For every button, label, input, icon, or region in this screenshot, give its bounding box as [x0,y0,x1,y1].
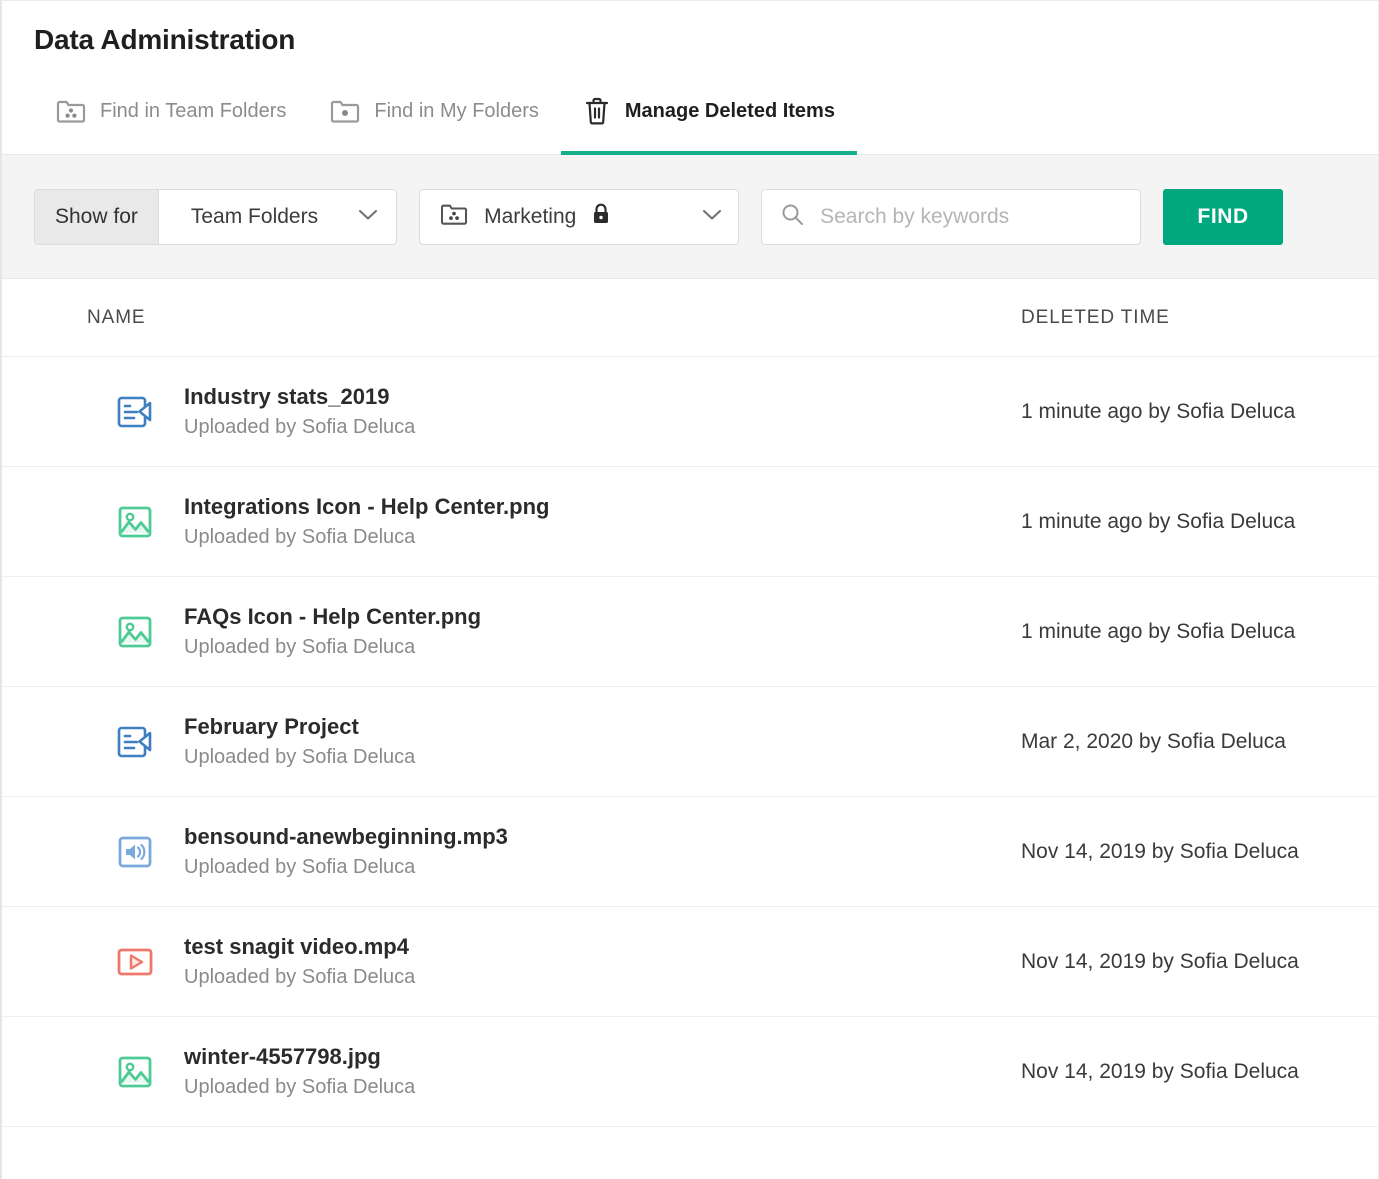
tab-manage-deleted-items[interactable]: Manage Deleted Items [560,83,858,155]
file-name: test snagit video.mp4 [184,934,409,959]
table-row[interactable]: winter-4557798.jpg Uploaded by Sofia Del… [2,1017,1378,1127]
file-uploader: Uploaded by Sofia Deluca [184,746,416,768]
file-name: Integrations Icon - Help Center.png [184,494,550,519]
file-text: February Project Uploaded by Sofia Deluc… [184,714,415,769]
file-uploader: Uploaded by Sofia Deluca [184,526,416,548]
name-cell: FAQs Icon - Help Center.png Uploaded by … [2,604,999,659]
video-icon [112,939,158,985]
name-cell: test snagit video.mp4 Uploaded by Sofia … [2,934,999,989]
data-administration-page: Data Administration Find in Team Folders [0,0,1379,1179]
lock-icon [592,203,610,230]
tab-label: Find in My Folders [374,99,539,122]
filter-bar: Show for Team Folders Marketing Search b… [2,155,1378,279]
file-uploader: Uploaded by Sofia Deluca [184,966,416,988]
name-cell: bensound-anewbeginning.mp3 Uploaded by S… [2,824,999,879]
trash-icon [583,95,611,127]
document-icon [112,389,158,435]
tab-label: Find in Team Folders [100,99,287,122]
scope-dropdown[interactable]: Team Folders [158,189,397,244]
find-button[interactable]: FIND [1163,188,1284,245]
deleted-time: Nov 14, 2019 by Sofia Deluca [1021,839,1299,863]
show-for-label: Show for [35,189,159,244]
search-input[interactable] [820,204,1123,229]
deleted-time: 1 minute ago by Sofia Deluca [1021,619,1296,643]
file-name: bensound-anewbeginning.mp3 [184,824,508,849]
file-text: FAQs Icon - Help Center.png Uploaded by … [184,604,481,659]
chevron-down-icon [702,208,722,226]
file-uploader: Uploaded by Sofia Deluca [184,416,416,438]
table-row[interactable]: Integrations Icon - Help Center.png Uplo… [2,467,1378,577]
tab-find-in-team-folders[interactable]: Find in Team Folders [34,83,308,154]
deleted-items-table: NAME DELETED TIME Industry stats_2019 Up [2,279,1378,1127]
folder-dropdown-value: Marketing [484,204,577,228]
table-row[interactable]: bensound-anewbeginning.mp3 Uploaded by S… [2,797,1378,907]
audio-icon [112,829,158,875]
table-row[interactable]: Industry stats_2019 Uploaded by Sofia De… [2,357,1378,467]
file-name: Industry stats_2019 [184,384,390,409]
table-header-row: NAME DELETED TIME [2,279,1378,357]
deleted-time: 1 minute ago by Sofia Deluca [1021,399,1296,423]
deleted-time: Nov 14, 2019 by Sofia Deluca [1021,1059,1299,1083]
file-name: FAQs Icon - Help Center.png [184,604,482,629]
file-text: winter-4557798.jpg Uploaded by Sofia Del… [184,1044,415,1099]
column-header-name-wrap: NAME [2,307,999,329]
image-icon [112,499,158,545]
file-uploader: Uploaded by Sofia Deluca [184,1076,416,1098]
search-box[interactable] [761,188,1142,245]
team-folder-icon [440,202,468,231]
file-text: bensound-anewbeginning.mp3 Uploaded by S… [184,824,508,879]
team-folder-icon [56,98,86,124]
deleted-time: Mar 2, 2020 by Sofia Deluca [1021,729,1286,753]
file-text: test snagit video.mp4 Uploaded by Sofia … [184,934,415,989]
name-cell: Integrations Icon - Help Center.png Uplo… [2,494,999,549]
file-text: Integrations Icon - Help Center.png Uplo… [184,494,549,549]
tab-find-in-my-folders[interactable]: Find in My Folders [308,83,561,154]
deleted-time: 1 minute ago by Sofia Deluca [1021,509,1296,533]
column-header-name: NAME [87,306,146,328]
folder-dropdown[interactable]: Marketing [419,188,740,245]
tab-bar: Find in Team Folders Find in My Folders [2,83,1378,155]
file-name: winter-4557798.jpg [184,1044,381,1069]
chevron-down-icon [358,208,378,226]
file-uploader: Uploaded by Sofia Deluca [184,636,416,658]
column-header-deleted-time: DELETED TIME [1021,306,1170,328]
show-for-group: Show for Team Folders [34,188,398,245]
column-header-time-wrap: DELETED TIME [999,307,1378,329]
image-icon [112,609,158,655]
file-text: Industry stats_2019 Uploaded by Sofia De… [184,384,415,439]
file-uploader: Uploaded by Sofia Deluca [184,856,416,878]
page-title: Data Administration [34,24,296,55]
name-cell: winter-4557798.jpg Uploaded by Sofia Del… [2,1044,999,1099]
image-icon [112,1049,158,1095]
my-folder-icon [330,98,360,124]
table-row[interactable]: test snagit video.mp4 Uploaded by Sofia … [2,907,1378,1017]
document-icon [112,719,158,765]
table-row[interactable]: February Project Uploaded by Sofia Deluc… [2,687,1378,797]
name-cell: Industry stats_2019 Uploaded by Sofia De… [2,384,999,439]
file-name: February Project [184,714,359,739]
table-row[interactable]: FAQs Icon - Help Center.png Uploaded by … [2,577,1378,687]
deleted-time: Nov 14, 2019 by Sofia Deluca [1021,949,1299,973]
tab-label: Manage Deleted Items [624,99,835,122]
name-cell: February Project Uploaded by Sofia Deluc… [2,714,999,769]
search-icon [780,202,804,231]
page-header: Data Administration [2,1,1378,57]
scope-dropdown-value: Team Folders [190,204,319,228]
